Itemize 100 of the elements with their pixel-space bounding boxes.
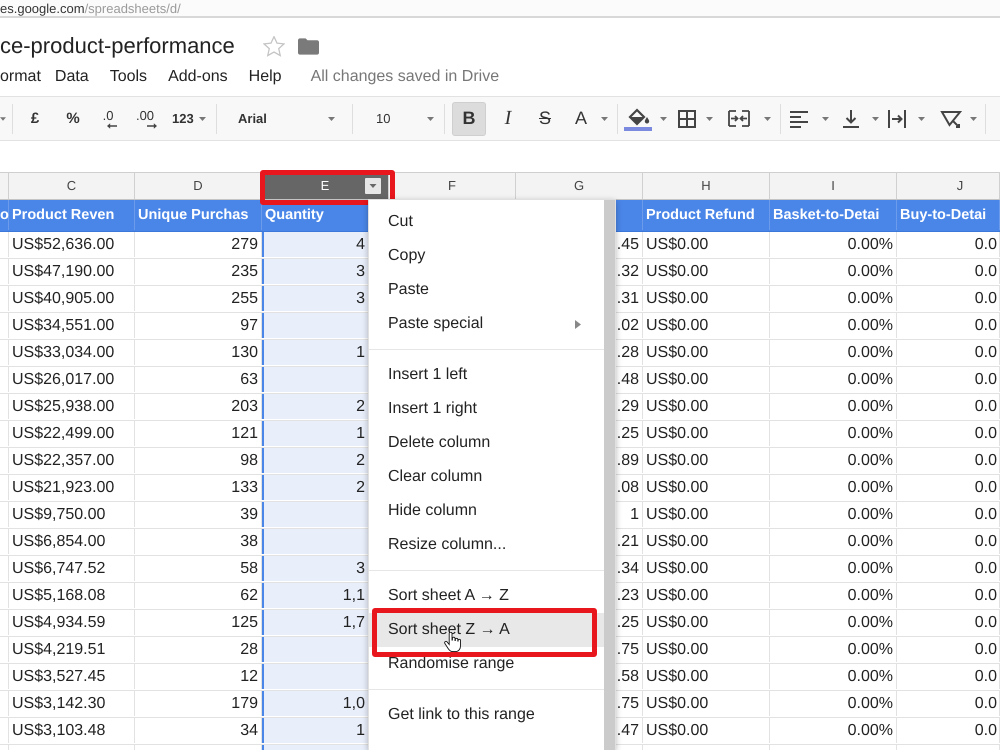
table-cell: US$0.00 xyxy=(643,232,770,257)
table-cell: .75 xyxy=(616,641,639,658)
star-icon[interactable] xyxy=(262,36,285,56)
table-cell: 0.00% xyxy=(770,421,897,446)
caret-icon[interactable] xyxy=(706,116,713,120)
table-cell: 0.0 xyxy=(897,502,1000,527)
table-cell: US$5,168.08 xyxy=(9,583,135,608)
caret-icon[interactable] xyxy=(872,116,879,120)
table-cell: US$0.00 xyxy=(643,529,770,554)
table-cell: 0.00% xyxy=(770,718,897,743)
table-cell: US$40,905.00 xyxy=(9,286,135,311)
toolbar-button[interactable]: £ xyxy=(24,102,46,134)
table-cell: 0.0 xyxy=(897,637,1000,662)
toolbar-button[interactable]: .00 xyxy=(130,102,160,134)
menu-item[interactable]: Sort sheet Z → A xyxy=(369,613,604,647)
menu-item[interactable]: ormat xyxy=(0,68,41,86)
italic-button[interactable]: I xyxy=(494,102,522,134)
table-cell: 0.0 xyxy=(897,475,1000,500)
font-size-dropdown[interactable]: 10 xyxy=(364,102,440,134)
table-cell: US$3,142.30 xyxy=(9,691,135,716)
table-cell: .32 xyxy=(616,263,639,280)
column-header[interactable]: I xyxy=(770,173,897,199)
table-cell: .58 xyxy=(616,668,639,685)
table-cell: 0.0 xyxy=(897,259,1000,284)
table-cell: 0.0 xyxy=(897,394,1000,419)
table-cell: 0.0 xyxy=(897,286,1000,311)
table-cell: 0.0 xyxy=(897,340,1000,365)
table-cell: US$0.00 xyxy=(643,340,770,365)
arrow-left-icon xyxy=(107,122,117,128)
table-cell: .02 xyxy=(616,317,639,334)
table-cell: 0.0 xyxy=(897,421,1000,446)
borders-icon[interactable] xyxy=(678,110,696,128)
address-field[interactable]: es.google.com/spreadsheets/d/ xyxy=(0,0,1000,18)
dropdown-icon[interactable] xyxy=(365,178,381,194)
table-cell: US$0.00 xyxy=(643,610,770,635)
table-cell: 1 xyxy=(630,506,639,523)
column-header[interactable]: D xyxy=(135,173,262,199)
table-cell: US$0.00 xyxy=(643,421,770,446)
table-cell: .25 xyxy=(616,425,639,442)
table-cell: US$6,747.52 xyxy=(9,556,135,581)
table-cell: .08 xyxy=(616,479,639,496)
toolbar-button[interactable]: .0 xyxy=(96,102,120,134)
table-cell: 0.0 xyxy=(897,529,1000,554)
table-cell: 0.00% xyxy=(770,394,897,419)
table-cell: 0.00% xyxy=(770,664,897,689)
table-cell: 0.0 xyxy=(897,232,1000,257)
table-cell: .47 xyxy=(616,722,639,739)
caret-icon[interactable] xyxy=(970,116,977,120)
menu-item[interactable]: Tools xyxy=(110,68,148,86)
menu-item[interactable]: Add-ons xyxy=(168,68,228,86)
caret-icon[interactable] xyxy=(918,116,925,120)
table-cell: US$0.00 xyxy=(643,259,770,284)
font-dropdown[interactable]: Arial xyxy=(228,102,344,134)
table-cell: US$4,934.59 xyxy=(9,610,135,635)
merge-cells-icon[interactable] xyxy=(728,110,750,127)
table-cell: .75 xyxy=(616,695,639,712)
folder-icon[interactable] xyxy=(298,38,319,54)
table-cell: .28 xyxy=(616,344,639,361)
table-cell: US$0.00 xyxy=(643,367,770,392)
table-cell: US$0.00 xyxy=(643,475,770,500)
column-header[interactable]: J xyxy=(897,173,1000,199)
caret-icon[interactable] xyxy=(764,116,771,120)
toolbar-button[interactable]: % xyxy=(62,102,84,134)
caret-icon[interactable] xyxy=(822,116,829,120)
table-cell: .31 xyxy=(616,290,639,307)
align-bottom-icon[interactable] xyxy=(842,110,860,128)
table-cell: US$0.00 xyxy=(643,394,770,419)
table-cell: US$9,750.00 xyxy=(9,502,135,527)
number-format-dropdown[interactable]: 123 xyxy=(168,102,210,134)
header-cell: Unique Purchas xyxy=(135,200,262,230)
document-title[interactable]: ce-product-performance xyxy=(0,33,235,59)
table-cell: .29 xyxy=(616,398,639,415)
table-cell: US$0.00 xyxy=(643,556,770,581)
table-cell: .45 xyxy=(616,236,639,253)
menu-scrollbar[interactable] xyxy=(604,200,615,750)
caret-icon[interactable] xyxy=(0,116,6,120)
table-cell: 0.0 xyxy=(897,718,1000,743)
paint-bucket-icon[interactable] xyxy=(624,106,652,130)
table-cell: 0.0 xyxy=(897,583,1000,608)
table-cell: .23 xyxy=(616,587,639,604)
align-left-icon[interactable] xyxy=(790,110,808,128)
table-cell: US$3,103.48 xyxy=(9,718,135,743)
text-color-button[interactable]: A xyxy=(568,102,612,134)
text-rotation-icon[interactable] xyxy=(940,110,962,128)
bold-button[interactable]: B xyxy=(452,102,486,136)
table-cell: US$33,034.00 xyxy=(9,340,135,365)
table-cell: US$0.00 xyxy=(643,502,770,527)
column-header[interactable]: C xyxy=(9,173,135,199)
save-status: All changes saved in Drive xyxy=(310,68,500,86)
table-cell: 0.00% xyxy=(770,448,897,473)
column-header[interactable]: H xyxy=(643,173,770,199)
menu-item[interactable]: Help xyxy=(248,68,282,86)
table-cell: US$0.00 xyxy=(643,313,770,338)
table-cell: US$0.00 xyxy=(643,664,770,689)
table-cell: US$25,938.00 xyxy=(9,394,135,419)
text-wrap-icon[interactable] xyxy=(888,110,906,128)
menu-item[interactable]: Data xyxy=(54,68,89,86)
column-header[interactable]: E xyxy=(262,173,389,199)
caret-icon[interactable] xyxy=(660,116,667,120)
strikethrough-button[interactable]: S xyxy=(531,102,559,134)
